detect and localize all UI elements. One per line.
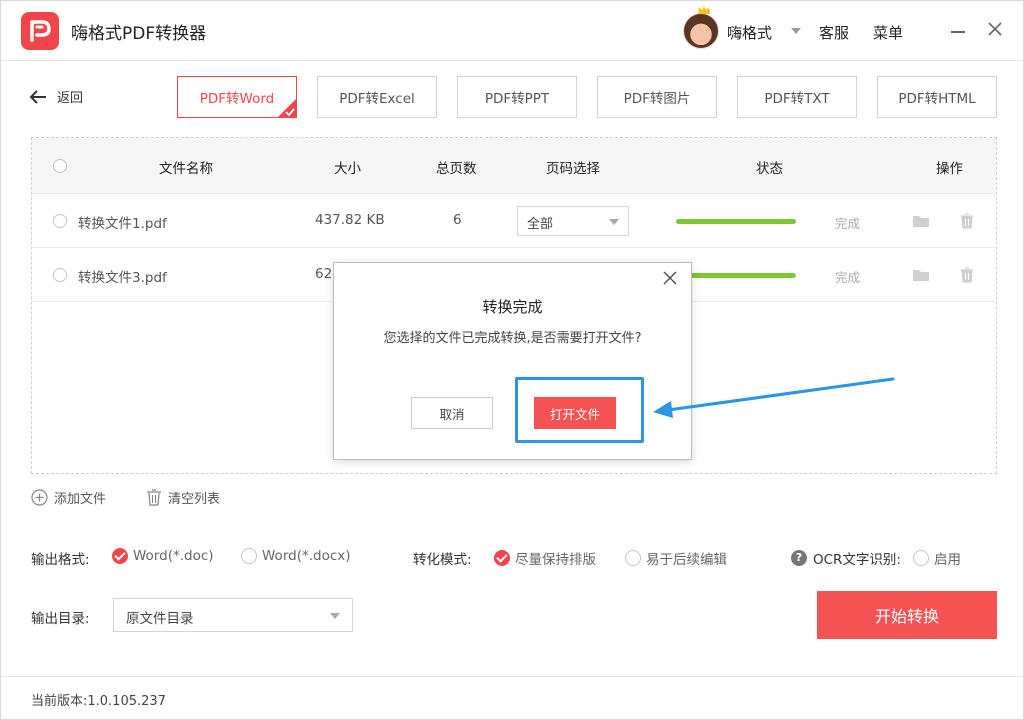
add-file-label: 添加文件: [54, 492, 107, 507]
clear-list-button[interactable]: 清空列表: [146, 488, 220, 507]
back-label: 返回: [57, 91, 84, 106]
header-actions: 操作: [936, 161, 963, 177]
header-page-select: 页码选择: [546, 161, 600, 177]
ocr-enable-label: 启用: [934, 552, 961, 568]
table-row: 转换文件1.pdf 437.82 KB 6 全部 完成: [32, 194, 996, 248]
crown-icon: [698, 6, 710, 14]
checkmark-icon: [277, 98, 297, 118]
service-button[interactable]: 客服: [819, 22, 849, 43]
status-bar: 当前版本:1.0.105.237: [1, 676, 1023, 720]
mode-edit-radio[interactable]: 易于后续编辑: [625, 548, 727, 568]
chevron-down-icon: [609, 219, 619, 225]
radio-icon: [241, 548, 257, 564]
file-pages: 6: [453, 212, 462, 228]
format-doc-radio[interactable]: Word(*.doc): [112, 548, 214, 564]
radio-icon: [913, 550, 929, 566]
header-pages: 总页数: [436, 161, 477, 177]
tab-pdf-txt[interactable]: PDF转TXT: [737, 76, 857, 118]
tab-pdf-ppt[interactable]: PDF转PPT: [457, 76, 577, 118]
minimize-icon[interactable]: [951, 31, 965, 33]
checked-radio-icon: [112, 548, 128, 564]
chevron-down-icon: [330, 613, 340, 619]
title-bar: 嗨格式PDF转换器 嗨格式 客服 菜单: [1, 1, 1023, 61]
tab-label: PDF转图片: [623, 91, 691, 107]
folder-icon[interactable]: [912, 212, 930, 230]
highlight-box: [515, 377, 644, 443]
page-select-dropdown[interactable]: 全部: [517, 206, 629, 236]
header-status: 状态: [756, 161, 783, 177]
file-size: 62: [315, 266, 333, 282]
row-select-radio[interactable]: [53, 214, 67, 228]
tab-label: PDF转PPT: [484, 91, 550, 107]
trash-icon[interactable]: [958, 266, 976, 284]
format-docx-radio[interactable]: Word(*.docx): [241, 548, 351, 564]
tab-pdf-image[interactable]: PDF转图片: [597, 76, 717, 118]
mode-keep-label: 尽量保持排版: [515, 552, 596, 568]
format-label: 输出格式:: [31, 552, 90, 568]
ocr-option: ? OCR文字识别:: [791, 548, 901, 568]
dialog-message: 您选择的文件已完成转换,是否需要打开文件?: [383, 331, 642, 346]
header-size: 大小: [334, 161, 361, 177]
output-dir-value: 原文件目录: [126, 611, 194, 627]
output-dir-label: 输出目录:: [31, 611, 90, 627]
trash-icon[interactable]: [958, 212, 976, 230]
format-doc-label: Word(*.doc): [133, 548, 214, 564]
format-docx-label: Word(*.docx): [262, 548, 351, 564]
tab-label: PDF转Excel: [339, 91, 415, 107]
menu-button[interactable]: 菜单: [873, 22, 903, 43]
start-convert-button[interactable]: 开始转换: [817, 591, 997, 639]
avatar[interactable]: [683, 13, 719, 49]
table-header: 文件名称 大小 总页数 页码选择 状态 操作: [32, 138, 996, 194]
version-text: 当前版本:1.0.105.237: [31, 694, 166, 709]
row-select-radio[interactable]: [53, 268, 67, 282]
close-icon[interactable]: [986, 20, 1004, 38]
clear-list-label: 清空列表: [168, 492, 221, 507]
add-circle-icon: [31, 489, 48, 506]
output-dir-dropdown[interactable]: 原文件目录: [113, 598, 353, 632]
tab-pdf-html[interactable]: PDF转HTML: [877, 76, 997, 118]
mode-label: 转化模式:: [413, 552, 472, 568]
app-window: 嗨格式PDF转换器 嗨格式 客服 菜单 返回 PDF转Word PDF转Exce…: [0, 0, 1024, 720]
tab-label: PDF转HTML: [898, 91, 976, 107]
user-name[interactable]: 嗨格式: [727, 22, 772, 43]
tab-pdf-word[interactable]: PDF转Word: [177, 76, 297, 118]
close-icon[interactable]: [663, 271, 677, 285]
header-name: 文件名称: [159, 161, 213, 177]
status-text: 完成: [835, 216, 861, 231]
arrow-left-icon: [29, 89, 46, 104]
tab-label: PDF转TXT: [764, 91, 830, 107]
back-button[interactable]: 返回: [29, 87, 83, 106]
ocr-enable-radio[interactable]: 启用: [913, 548, 961, 568]
chevron-down-icon[interactable]: [791, 28, 801, 34]
trash-icon: [147, 489, 161, 506]
file-name: 转换文件1.pdf: [78, 216, 167, 232]
progress-bar: [676, 219, 796, 224]
help-icon[interactable]: ?: [791, 550, 807, 566]
tab-pdf-excel[interactable]: PDF转Excel: [317, 76, 437, 118]
checked-radio-icon: [494, 550, 510, 566]
page-select-value: 全部: [527, 217, 554, 232]
file-name: 转换文件3.pdf: [78, 270, 167, 286]
conversion-tabs: PDF转Word PDF转Excel PDF转PPT PDF转图片 PDF转TX…: [177, 76, 997, 118]
app-logo-icon: [21, 12, 59, 50]
arrow-annotation-icon: [653, 377, 895, 418]
ocr-label: OCR文字识别:: [813, 552, 901, 568]
radio-icon: [625, 550, 641, 566]
file-size: 437.82 KB: [315, 212, 385, 228]
mode-keep-radio[interactable]: 尽量保持排版: [494, 548, 596, 568]
options-row: 输出格式: Word(*.doc) Word(*.docx) 转化模式: 尽量保…: [31, 548, 991, 568]
folder-icon[interactable]: [912, 266, 930, 284]
status-text: 完成: [835, 270, 861, 285]
select-all-radio[interactable]: [53, 159, 67, 173]
mode-edit-label: 易于后续编辑: [646, 552, 727, 568]
app-title: 嗨格式PDF转换器: [71, 24, 207, 44]
dialog-title: 转换完成: [482, 298, 543, 316]
progress-bar: [676, 273, 796, 278]
tab-label: PDF转Word: [199, 91, 275, 107]
add-file-button[interactable]: 添加文件: [31, 488, 106, 507]
cancel-button[interactable]: 取消: [411, 397, 493, 429]
